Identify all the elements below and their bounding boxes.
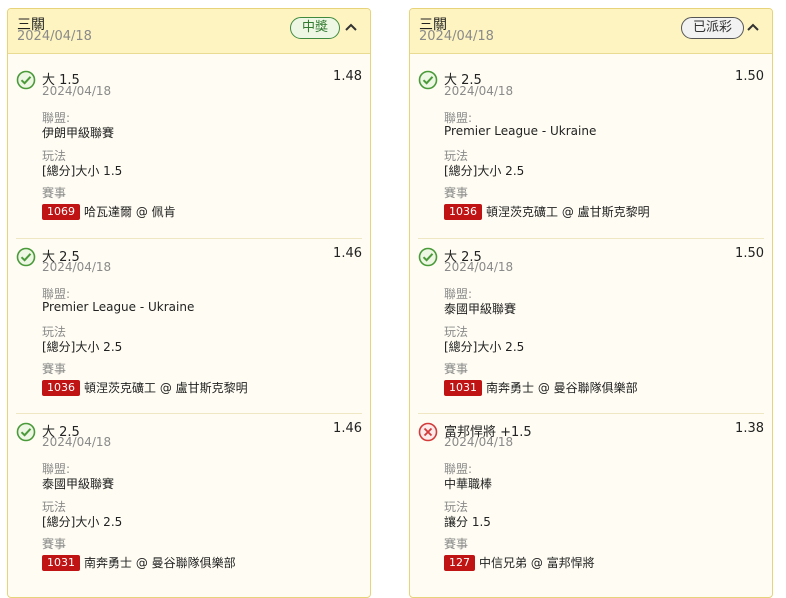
market-value: [總分]大小 1.5 (42, 164, 123, 178)
bet-leg: 大 1.5 1.48 2024/04/18 聯盟: 伊朗甲級聯賽 玩法 [總分]… (16, 63, 362, 238)
event-row: 1036 頓涅茨克礦工 @ 盧甘斯克黎明 (444, 201, 650, 220)
event-row: 1069 哈瓦達爾 @ 佩肯 (42, 201, 176, 220)
leg-date: 2024/04/18 (444, 84, 514, 98)
check-circle-icon (418, 247, 438, 267)
status-badge: 中獎 (290, 17, 341, 39)
leg-date: 2024/04/18 (42, 84, 112, 98)
status-badge: 已派彩 (681, 17, 745, 39)
league-value: 中華職棒 (444, 477, 493, 491)
leg-date: 2024/04/18 (444, 260, 514, 274)
event-match: 頓涅茨克礦工 @ 盧甘斯克黎明 (84, 381, 248, 395)
check-circle-icon (16, 247, 36, 267)
odds-value: 1.50 (735, 246, 764, 261)
event-label: 賽事 (444, 186, 469, 200)
leg-date: 2024/04/18 (444, 435, 514, 449)
slip-date: 2024/04/18 (17, 29, 92, 44)
event-label: 賽事 (444, 537, 469, 551)
bet-leg: 大 2.5 1.50 2024/04/18 聯盟: Premier League… (418, 63, 764, 238)
leg-date: 2024/04/18 (42, 435, 112, 449)
odds-value: 1.50 (735, 69, 764, 84)
event-row: 1036 頓涅茨克礦工 @ 盧甘斯克黎明 (42, 377, 248, 396)
event-row: 127 中信兄弟 @ 富邦悍將 (444, 552, 595, 571)
slip-header[interactable]: 三關 2024/04/18 已派彩 (410, 9, 772, 54)
market-value: [總分]大小 2.5 (444, 340, 525, 354)
slip-header[interactable]: 三關 2024/04/18 中獎 (8, 9, 370, 54)
league-value: 泰國甲級聯賽 (42, 477, 115, 491)
event-match: 南奔勇士 @ 曼谷聯隊俱樂部 (486, 381, 638, 395)
check-circle-icon (16, 422, 36, 442)
event-label: 賽事 (42, 186, 67, 200)
odds-value: 1.38 (735, 421, 764, 436)
bet-leg: 大 2.5 1.46 2024/04/18 聯盟: 泰國甲級聯賽 玩法 [總分]… (16, 413, 362, 589)
market-value: 讓分 1.5 (444, 515, 491, 529)
event-code-badge: 1031 (444, 379, 482, 396)
event-code-badge: 127 (444, 554, 475, 571)
event-code-badge: 1069 (42, 203, 80, 220)
chevron-up-icon[interactable] (342, 19, 360, 37)
check-circle-icon (418, 70, 438, 90)
bet-leg: 富邦悍將 +1.5 1.38 2024/04/18 聯盟: 中華職棒 玩法 讓分… (418, 413, 764, 589)
odds-value: 1.48 (333, 69, 362, 84)
x-circle-icon (418, 422, 438, 442)
event-match: 南奔勇士 @ 曼谷聯隊俱樂部 (84, 556, 236, 570)
odds-value: 1.46 (333, 421, 362, 436)
event-label: 賽事 (42, 362, 67, 376)
market-value: [總分]大小 2.5 (444, 164, 525, 178)
event-match: 哈瓦達爾 @ 佩肯 (84, 205, 176, 219)
bet-slip-card: 三關 2024/04/18 已派彩 大 2.5 1.50 2024/04/18 … (409, 8, 773, 598)
event-row: 1031 南奔勇士 @ 曼谷聯隊俱樂部 (444, 377, 638, 396)
league-value: 伊朗甲級聯賽 (42, 126, 115, 140)
bet-slip-card: 三關 2024/04/18 中獎 大 1.5 1.48 2024/04/18 聯… (7, 8, 371, 598)
event-row: 1031 南奔勇士 @ 曼谷聯隊俱樂部 (42, 552, 236, 571)
event-label: 賽事 (444, 362, 469, 376)
odds-value: 1.46 (333, 246, 362, 261)
league-value: Premier League - Ukraine (444, 124, 597, 138)
slip-date: 2024/04/18 (419, 29, 494, 44)
bet-leg: 大 2.5 1.50 2024/04/18 聯盟: 泰國甲級聯賽 玩法 [總分]… (418, 238, 764, 414)
market-value: [總分]大小 2.5 (42, 340, 123, 354)
event-code-badge: 1031 (42, 554, 80, 571)
chevron-up-icon[interactable] (744, 19, 762, 37)
market-value: [總分]大小 2.5 (42, 515, 123, 529)
league-value: 泰國甲級聯賽 (444, 302, 517, 316)
event-match: 頓涅茨克礦工 @ 盧甘斯克黎明 (486, 205, 650, 219)
event-label: 賽事 (42, 537, 67, 551)
check-circle-icon (16, 70, 36, 90)
bet-leg: 大 2.5 1.46 2024/04/18 聯盟: Premier League… (16, 238, 362, 414)
event-code-badge: 1036 (42, 379, 80, 396)
event-match: 中信兄弟 @ 富邦悍將 (479, 556, 595, 570)
leg-date: 2024/04/18 (42, 260, 112, 274)
event-code-badge: 1036 (444, 203, 482, 220)
league-value: Premier League - Ukraine (42, 300, 195, 314)
